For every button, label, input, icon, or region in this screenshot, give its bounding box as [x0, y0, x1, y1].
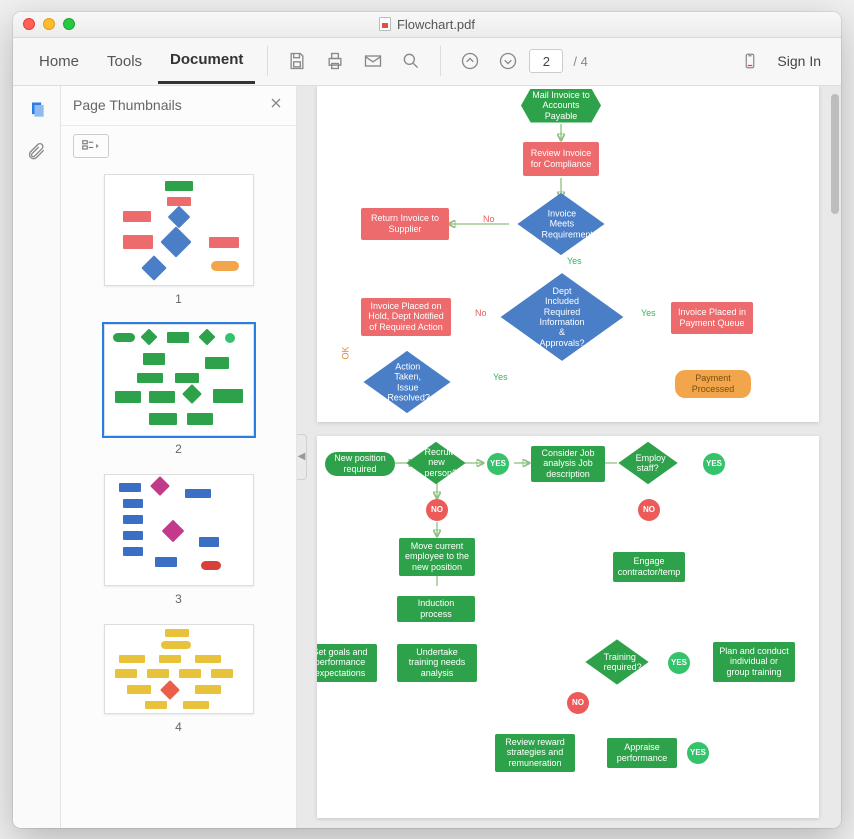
thumbnail-item[interactable]: 1: [61, 174, 296, 306]
flowchart-process: Plan and conduct individual or group tra…: [713, 642, 795, 682]
flowchart-process: Undertake training needs analysis: [397, 644, 477, 682]
thumbnail-page-4[interactable]: [104, 624, 254, 714]
edge-label-no: No: [483, 214, 495, 224]
paperclip-icon: [27, 142, 47, 162]
edge-label-ok: OK: [341, 346, 351, 359]
flowchart-process: Consider Job analysis Job description: [531, 446, 605, 482]
scrollbar-thumb[interactable]: [831, 94, 839, 214]
tab-tools[interactable]: Tools: [95, 38, 154, 84]
thumbnails-header: Page Thumbnails: [61, 86, 296, 126]
flowchart-terminator: Mail Invoice to Accounts Payable: [521, 89, 601, 123]
device-icon: [741, 51, 759, 71]
search-icon: [401, 51, 421, 71]
tab-document[interactable]: Document: [158, 38, 255, 84]
edge-label-yes: Yes: [641, 308, 656, 318]
arrow-down-circle-icon: [498, 51, 518, 71]
left-rail: [13, 86, 61, 828]
thumbnail-item[interactable]: 3: [61, 474, 296, 606]
titlebar: Flowchart.pdf: [13, 12, 841, 38]
save-button[interactable]: [280, 44, 314, 78]
close-panel-button[interactable]: [268, 95, 284, 116]
edge-label-yes: Yes: [493, 372, 508, 382]
email-button[interactable]: [356, 44, 390, 78]
flowchart-no-badge: NO: [567, 692, 589, 714]
flowchart-process: Review Invoice for Compliance: [523, 142, 599, 176]
document-viewport[interactable]: ◀: [297, 86, 841, 828]
save-icon: [287, 51, 307, 71]
print-icon: [325, 51, 345, 71]
window-title-text: Flowchart.pdf: [397, 17, 475, 32]
toolbar-separator: [267, 46, 268, 76]
search-button[interactable]: [394, 44, 428, 78]
flowchart-process: Appraise performance: [607, 738, 677, 768]
flowchart-terminator: New position required: [325, 452, 395, 476]
edge-label-no: No: [475, 308, 487, 318]
collapse-panel-handle[interactable]: ◀: [297, 434, 307, 480]
flowchart-yes-badge: YES: [668, 652, 690, 674]
toolbar-separator: [440, 46, 441, 76]
arrow-up-circle-icon: [460, 51, 480, 71]
flowchart-terminator: Payment Processed: [675, 370, 751, 398]
pages-icon: [27, 100, 47, 120]
pdf-file-icon: [379, 17, 391, 31]
flowchart-yes-badge: YES: [487, 453, 509, 475]
toolbar: Home Tools Document / 4 Sign In: [13, 38, 841, 86]
flowchart-process: Review reward strategies and remuneratio…: [495, 734, 575, 772]
thumbnail-item[interactable]: 4: [61, 624, 296, 734]
sign-in-button[interactable]: Sign In: [771, 53, 827, 69]
flowchart-decision: Employ staff?: [618, 441, 677, 483]
thumbnails-rail-button[interactable]: [23, 96, 51, 124]
thumbnail-label: 4: [175, 720, 182, 734]
flowchart-process: Set goals and performance expectations: [317, 644, 377, 682]
app-body: Page Thumbnails: [13, 86, 841, 828]
list-options-icon: [82, 139, 100, 153]
app-window: Flowchart.pdf Home Tools Document / 4: [13, 12, 841, 828]
thumbnail-item[interactable]: 2: [61, 324, 296, 456]
page-total-label: / 4: [573, 54, 587, 69]
attachments-rail-button[interactable]: [23, 138, 51, 166]
prev-page-button[interactable]: [453, 44, 487, 78]
window-title: Flowchart.pdf: [13, 17, 841, 32]
thumbnails-toolbar: [61, 126, 296, 166]
pages-container: Mail Invoice to Accounts Payable Review …: [317, 86, 819, 828]
mobile-link-button[interactable]: [733, 44, 767, 78]
flowchart-process: Invoice Placed on Hold, Dept Notified of…: [361, 298, 451, 336]
vertical-scrollbar[interactable]: [831, 94, 839, 820]
thumbnail-label: 1: [175, 292, 182, 306]
flowchart-process: Return Invoice to Supplier: [361, 208, 449, 240]
thumbnail-label: 3: [175, 592, 182, 606]
email-icon: [363, 51, 383, 71]
thumbnail-label: 2: [175, 442, 182, 456]
flowchart-process: Move current employee to the new positio…: [399, 538, 475, 576]
close-icon: [268, 95, 284, 111]
page-number-input[interactable]: [529, 49, 563, 73]
flowchart-decision: Dept Included Required Information & App…: [501, 273, 624, 361]
thumbnails-list[interactable]: 1: [61, 166, 296, 828]
document-page[interactable]: Mail Invoice to Accounts Payable Review …: [317, 86, 819, 422]
flowchart-yes-badge: YES: [703, 453, 725, 475]
document-page[interactable]: New position required Recruit new person…: [317, 436, 819, 818]
flowchart-process: Invoice Placed in Payment Queue: [671, 302, 753, 334]
flowchart-no-badge: NO: [638, 499, 660, 521]
flowchart-no-badge: NO: [426, 499, 448, 521]
next-page-button[interactable]: [491, 44, 525, 78]
flowchart-process: Engage contractor/temp: [613, 552, 685, 582]
flowchart-process: Induction process: [397, 596, 475, 622]
tab-home[interactable]: Home: [27, 38, 91, 84]
flowchart-yes-badge: YES: [687, 742, 709, 764]
thumbnail-page-2[interactable]: [104, 324, 254, 436]
flowchart-decision: Training required?: [585, 639, 648, 684]
thumbnails-title: Page Thumbnails: [73, 97, 182, 113]
thumbnail-page-3[interactable]: [104, 474, 254, 586]
print-button[interactable]: [318, 44, 352, 78]
edge-label-yes: Yes: [567, 256, 582, 266]
thumbnail-options-button[interactable]: [73, 134, 109, 158]
thumbnail-page-1[interactable]: [104, 174, 254, 286]
thumbnails-panel: Page Thumbnails: [61, 86, 297, 828]
flowchart-decision: Action Taken, Issue Resolved?: [363, 350, 450, 412]
